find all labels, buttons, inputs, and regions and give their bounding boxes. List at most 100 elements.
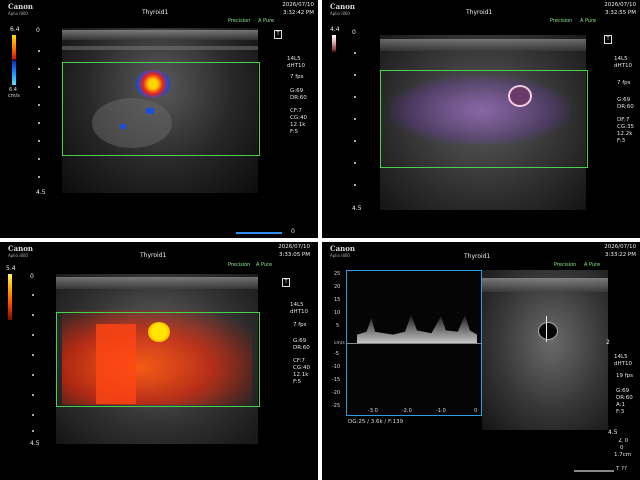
cg-label: CG:40 [293, 365, 310, 371]
preset-title: Thyroid1 [140, 252, 167, 259]
depth-bottom: 4.5 [30, 440, 40, 447]
x-tick: -1.0 [436, 408, 446, 414]
precision-label: Precision [228, 18, 251, 24]
ar-label: A:1 [616, 402, 626, 408]
probe-orientation-icon: T [274, 30, 282, 39]
sv-label: 0 [620, 445, 624, 451]
fps-label: 19 fps [616, 373, 634, 379]
date-label: 2026/07/10 [282, 2, 314, 8]
preset-label: dHT10 [614, 361, 632, 367]
velocity-unit: cm/s [8, 93, 20, 99]
y-tick: -15 [332, 377, 341, 383]
probe-label: 14L5 [290, 302, 304, 308]
time-label: 3:33:22 PM [604, 252, 636, 258]
x-tick: -3.0 [368, 408, 378, 414]
preset-label: dHT10 [614, 63, 632, 69]
prf-label: 12.1k [290, 122, 306, 128]
vessel [538, 322, 558, 340]
precision-label: Precision [554, 262, 577, 268]
model-label: Aplio i800 [330, 253, 350, 258]
panel-spectral-doppler: Canon Aplio i800 Thyroid1 2026/07/10 3:3… [322, 242, 640, 480]
probe-label: 14L5 [614, 354, 628, 360]
panel-color-doppler: Canon Aplio i800 Thyroid1 2026/07/10 3:3… [0, 0, 318, 238]
prf-label: 12.1k [293, 372, 309, 378]
depth-bottom: 4.5 [608, 429, 618, 436]
cf-label: CF:7 [290, 108, 302, 114]
y-tick: 25 [334, 271, 341, 277]
probe-label: 14L5 [287, 56, 301, 62]
preset-title: Thyroid1 [466, 9, 493, 16]
canon-logo: Canon [8, 2, 33, 11]
dr-label: DR:60 [293, 345, 310, 351]
precision-label: Precision [228, 262, 251, 268]
preset-label: dHT10 [290, 309, 308, 315]
preset-title: Thyroid1 [142, 9, 169, 16]
depth-top: 0 [30, 273, 34, 280]
y-tick: 5 [336, 323, 340, 329]
filter-label: F:5 [293, 379, 302, 385]
cf-label: CF:7 [293, 358, 305, 364]
cf-label: DF:7 [617, 117, 630, 123]
date-label: 2026/07/10 [604, 2, 636, 8]
spectral-trace [346, 270, 482, 416]
y-tick: 20 [334, 284, 341, 290]
depth-top: 2 [606, 339, 610, 346]
fps-label: 7 fps [617, 80, 631, 86]
y-tick: -25 [332, 403, 341, 409]
corner-label: T ?? [616, 466, 627, 472]
smi-roi-box [380, 70, 588, 168]
fps-label: 7 fps [290, 74, 304, 80]
frame-bar [574, 470, 614, 472]
filter-label: F:5 [290, 129, 299, 135]
x-tick: -2.0 [402, 408, 412, 414]
frame-bar [236, 232, 282, 234]
apure-label: A Pure [258, 18, 275, 24]
apure-label: A Pure [256, 262, 273, 268]
panel-power-doppler: Canon Aplio i800 Thyroid1 2026/07/10 3:3… [0, 242, 318, 480]
y-tick: -10 [332, 364, 341, 370]
time-label: 3:32:42 PM [282, 10, 314, 16]
cg-label: CG:40 [290, 115, 307, 121]
ultrasound-image [482, 270, 608, 430]
spectral-waveform [357, 315, 477, 343]
velocity-colorbar [12, 35, 16, 85]
canon-logo: Canon [8, 244, 33, 253]
fps-label: 7 fps [293, 322, 307, 328]
spectral-unit: cm/s [334, 341, 345, 346]
prf-label: 12.2k [617, 131, 633, 137]
depth-bottom: 4.5 [352, 205, 362, 212]
spectral-footer: DG:25 / 3.6k / F:139 [348, 419, 404, 425]
precision-label: Precision [550, 18, 573, 24]
panel-smi: Canon Aplio i800 Thyroid1 2026/07/10 3:3… [322, 0, 640, 238]
depth-top: 0 [352, 29, 356, 36]
time-label: 3:33:05 PM [278, 252, 310, 258]
y-tick: -5 [334, 351, 339, 357]
filter-label: F:3 [616, 409, 625, 415]
sv-size-label: 1.7cm [614, 452, 632, 458]
model-label: Aplio i800 [8, 253, 28, 258]
velocity-scale-top: 6.4 [10, 26, 20, 33]
dr-label: DR:60 [290, 95, 307, 101]
y-tick: -20 [332, 390, 341, 396]
time-label: 3:32:55 PM [604, 10, 636, 16]
frame-marker: 0 [291, 228, 295, 235]
probe-orientation-icon: T [604, 35, 612, 44]
cg-label: CG:35 [617, 124, 634, 130]
canon-logo: Canon [330, 2, 355, 11]
probe-label: 14L5 [614, 56, 628, 62]
filter-label: F:3 [617, 138, 626, 144]
model-label: Aplio i800 [330, 11, 350, 16]
dr-label: DR:60 [616, 395, 633, 401]
canon-logo: Canon [330, 244, 355, 253]
color-roi-box [62, 62, 260, 156]
dr-label: DR:60 [617, 104, 634, 110]
preset-title: Thyroid1 [464, 253, 491, 260]
smi-colorbar [332, 35, 336, 53]
gain-label: G:69 [617, 97, 631, 103]
gain-label: G:69 [290, 88, 304, 94]
apure-label: A Pure [584, 262, 601, 268]
probe-orientation-icon: T [282, 278, 290, 287]
angle-label: ∠ 0 [618, 438, 629, 444]
power-colorbar [8, 274, 12, 320]
y-tick: 10 [334, 310, 341, 316]
